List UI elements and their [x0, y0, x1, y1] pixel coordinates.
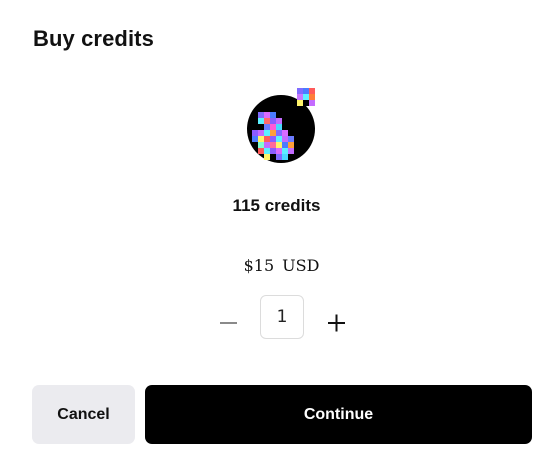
price-currency: USD	[282, 256, 320, 275]
increment-button[interactable]	[321, 301, 353, 333]
quantity-stepper: 1	[213, 295, 353, 339]
decrement-button[interactable]	[213, 301, 245, 333]
buy-credits-dialog: Buy credits 115 credits $15 USD 1 Cancel…	[0, 0, 553, 457]
cancel-button[interactable]: Cancel	[32, 385, 135, 444]
minus-icon	[220, 322, 237, 324]
dialog-title: Buy credits	[33, 26, 154, 51]
price-amount: $15	[243, 256, 275, 275]
plus-icon	[328, 314, 345, 332]
quantity-input[interactable]: 1	[260, 295, 304, 339]
price-label: $15 USD	[0, 256, 553, 275]
credits-amount-label: 115 credits	[232, 196, 321, 215]
continue-button[interactable]: Continue	[145, 385, 532, 444]
pixel-art-credits-icon	[246, 86, 320, 164]
